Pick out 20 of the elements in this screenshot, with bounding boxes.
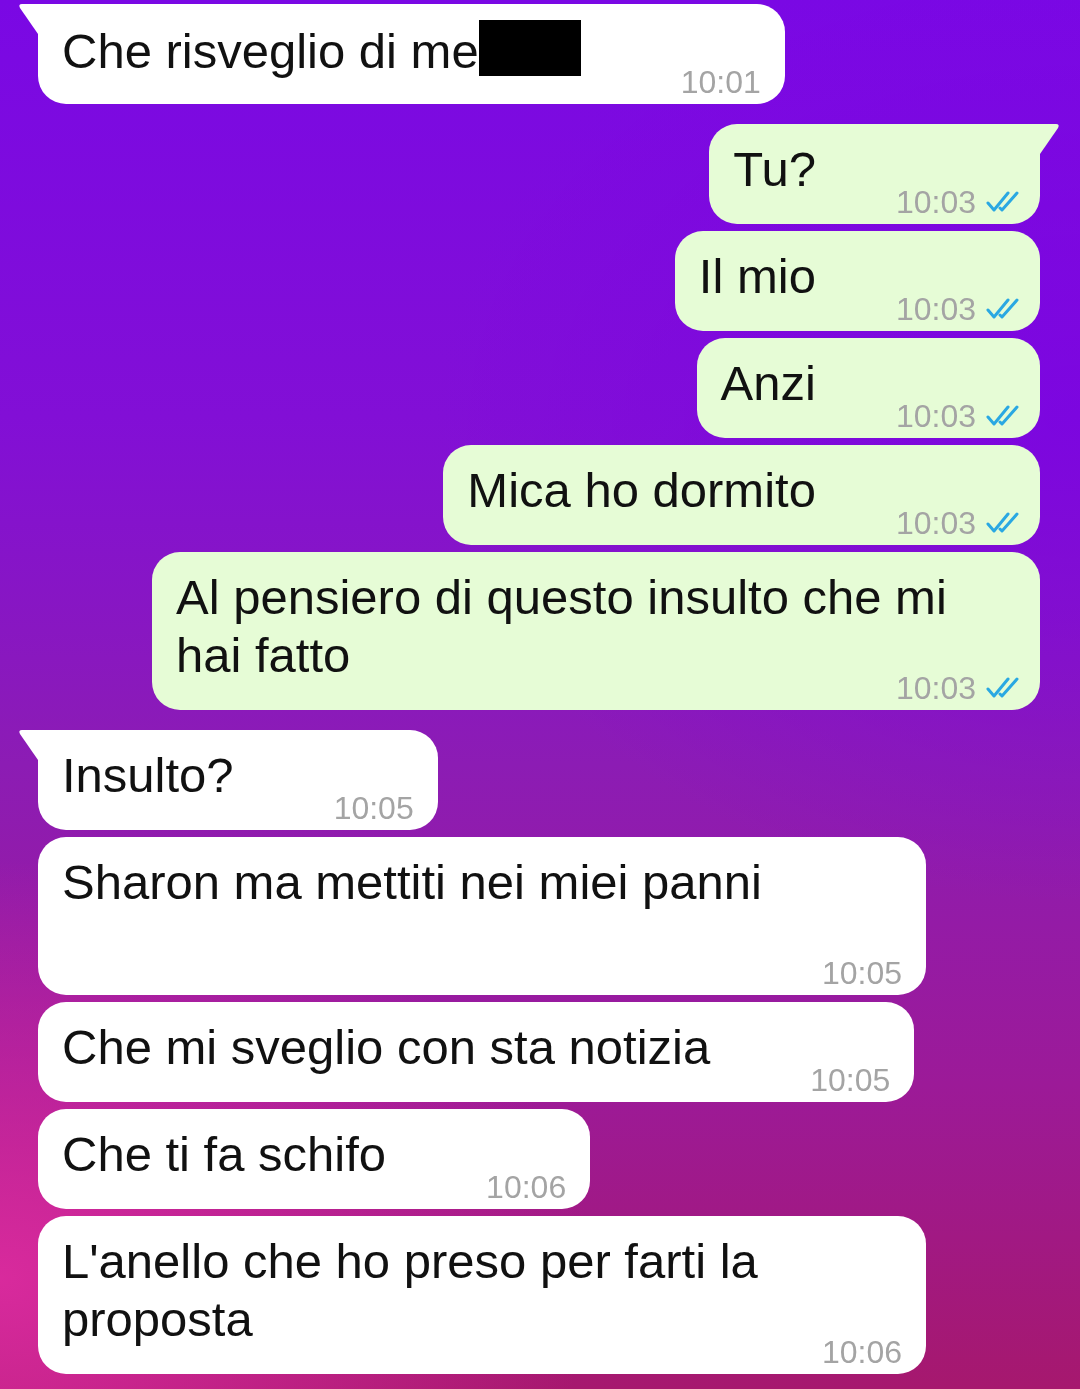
message-text: Mica ho dormito <box>467 463 816 517</box>
message-time: 10:03 <box>895 404 976 428</box>
message-text: Sharon ma mettiti nei miei panni <box>62 855 762 909</box>
message-time: 10:01 <box>680 70 761 94</box>
message-text: Anzi <box>720 356 816 410</box>
message-time: 10:05 <box>821 961 902 985</box>
message-time: 10:03 <box>895 190 976 214</box>
message-text: Tu? <box>733 142 816 196</box>
message-text: Che mi sveglio con sta notizia <box>62 1020 711 1074</box>
message-text: Che ti fa schifo <box>62 1127 387 1181</box>
message-text: Che risveglio di me <box>62 24 479 78</box>
message-time: 10:06 <box>486 1175 567 1199</box>
message-time: 10:03 <box>895 511 976 535</box>
message-text: Insulto? <box>62 748 234 802</box>
message-time: 10:03 <box>895 297 976 321</box>
message-time: 10:05 <box>333 796 414 820</box>
message-text: L'anello che ho preso per farti la proposta <box>62 1234 758 1346</box>
message-time: 10:05 <box>810 1068 891 1092</box>
message-time: 10:06 <box>821 1340 902 1364</box>
message-text: Il mio <box>698 249 816 303</box>
